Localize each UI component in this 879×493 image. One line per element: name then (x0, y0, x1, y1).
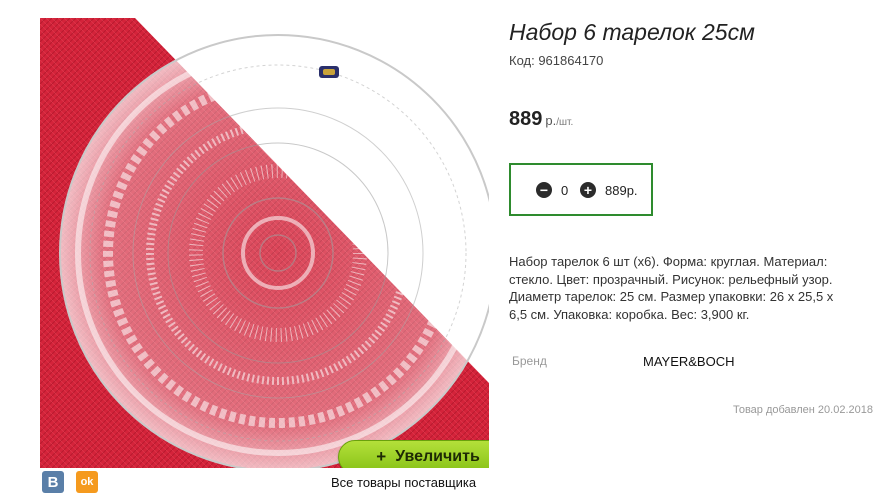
plus-circle-icon[interactable]: + (580, 182, 596, 198)
brand-value: MAYER&BOCH (643, 354, 735, 369)
odnoklassniki-icon[interactable]: ok (76, 471, 98, 493)
zoom-button[interactable]: + Увеличить (338, 440, 489, 468)
plus-icon: + (376, 447, 387, 466)
quantity-stepper: − 0 + 889р. (509, 163, 653, 216)
social-share: B ok (42, 471, 98, 493)
price-value: 889 (509, 108, 543, 130)
quantity-sum: 889р. (605, 183, 638, 198)
price-unit: /шт. (556, 117, 574, 128)
product-description: Набор тарелок 6 шт (х6). Форма: круглая.… (509, 254, 834, 322)
price: 889 р./шт. (509, 108, 573, 131)
plate-photo (40, 18, 489, 468)
quantity-value[interactable]: 0 (561, 183, 568, 198)
brand-label: Бренд (512, 354, 547, 368)
supplier-products-link[interactable]: Все товары поставщика (331, 475, 476, 490)
price-currency: р. (545, 113, 557, 128)
product-title: Набор 6 тарелок 25см (509, 19, 755, 45)
product-code: Код: 961864170 (509, 53, 604, 68)
minus-circle-icon[interactable]: − (536, 182, 552, 198)
zoom-label: Увеличить (395, 448, 480, 465)
product-image[interactable]: + Увеличить (40, 18, 489, 468)
vk-icon[interactable]: B (42, 471, 64, 493)
added-date: Товар добавлен 20.02.2018 (732, 404, 873, 416)
